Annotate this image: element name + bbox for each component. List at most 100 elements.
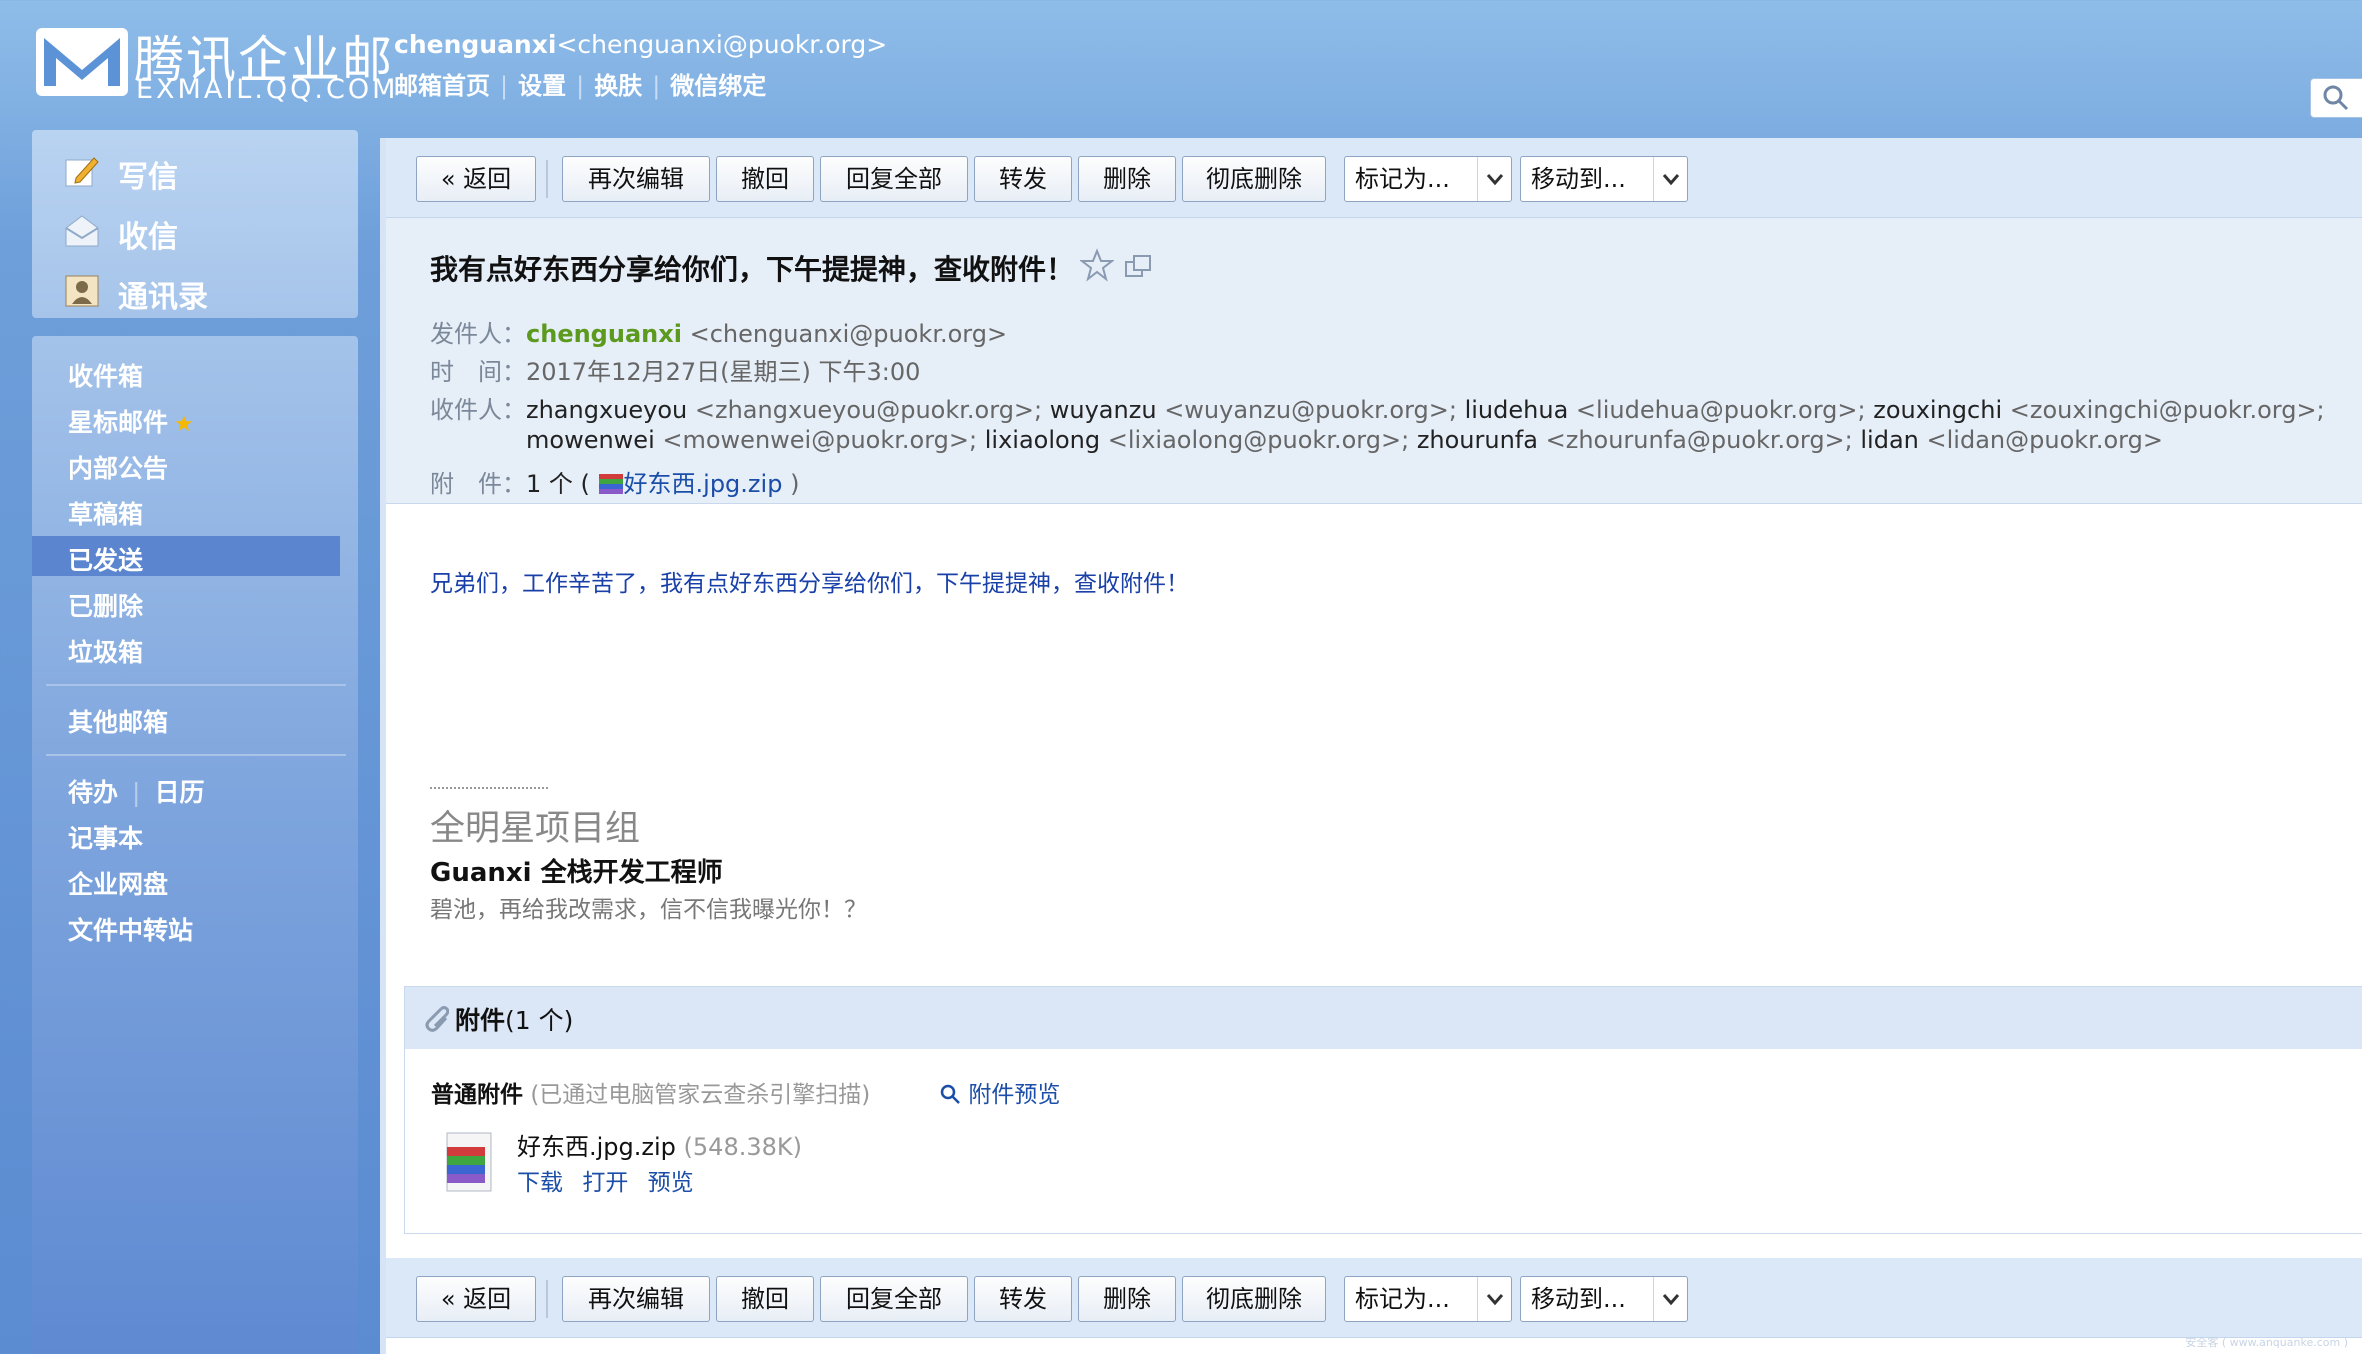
link-settings[interactable]: 设置 <box>518 66 566 101</box>
folder-inbox[interactable]: 收件箱 <box>32 352 340 392</box>
recipient-name[interactable]: zhourunfa <box>1417 426 1538 454</box>
compose-icon <box>65 157 99 187</box>
folder-announcements-label: 内部公告 <box>68 454 169 483</box>
forward-button[interactable]: 转发 <box>974 156 1072 202</box>
star-outline-icon[interactable] <box>1080 248 1114 282</box>
chevron-down-icon <box>1477 157 1511 201</box>
compose-button[interactable]: 写信 <box>64 146 344 196</box>
file-transfer-link[interactable]: 文件中转站 <box>32 906 340 946</box>
folder-starred-text: 星标邮件 <box>68 408 169 437</box>
notes-link[interactable]: 记事本 <box>32 814 340 854</box>
mark-as-select[interactable]: 标记为... <box>1344 1276 1512 1322</box>
mail-subject: 我有点好东西分享给你们，下午提提神，查收附件！ <box>430 253 1075 286</box>
download-link[interactable]: 下载 <box>517 1170 563 1196</box>
mark-as-label: 标记为... <box>1355 165 1450 193</box>
delete-forever-button[interactable]: 彻底删除 <box>1182 156 1326 202</box>
other-mailboxes[interactable]: 其他邮箱 <box>32 698 340 738</box>
normal-attachments-line: 普通附件 (已通过电脑管家云查杀引擎扫描) <box>431 1075 870 1109</box>
folder-deleted-label: 已删除 <box>68 592 144 621</box>
link-skin[interactable]: 换肤 <box>594 66 642 101</box>
todo-link[interactable]: 待办 <box>68 778 118 807</box>
folder-drafts[interactable]: 草稿箱 <box>32 490 340 530</box>
folder-sent[interactable]: 已发送 <box>32 536 340 576</box>
back-button[interactable]: « 返回 <box>416 1276 536 1322</box>
folder-deleted[interactable]: 已删除 <box>32 582 340 622</box>
recipient-name[interactable]: lixiaolong <box>985 426 1100 454</box>
popout-window-icon[interactable] <box>1124 252 1154 282</box>
recipient-address: <wuyanzu@puokr.org>; <box>1164 396 1457 424</box>
link-wechat-bind[interactable]: 微信绑定 <box>670 66 766 101</box>
folder-nav: 收件箱 星标邮件 ★ 内部公告 草稿箱 已发送 已删除 垃圾箱 其他邮箱 待办 | 日… <box>32 336 358 1354</box>
recipient-name[interactable]: zhangxueyou <box>526 396 687 424</box>
signature-title: Guanxi 全栈开发工程师 <box>430 858 723 888</box>
calendar-link[interactable]: 日历 <box>154 778 204 807</box>
reedit-button[interactable]: 再次编辑 <box>562 156 710 202</box>
contacts-label: 通讯录 <box>118 280 208 315</box>
link-mail-home[interactable]: 邮箱首页 <box>394 66 490 101</box>
contacts-icon <box>65 275 99 307</box>
recipient-name[interactable]: lidan <box>1860 426 1919 454</box>
signature-group: 全明星项目组 <box>430 809 641 849</box>
recipient-address: <lixiaolong@puokr.org>; <box>1107 426 1410 454</box>
recipient-name[interactable]: zouxingchi <box>1873 396 2002 424</box>
chevron-down-icon <box>1653 157 1687 201</box>
preview-link[interactable]: 预览 <box>648 1170 694 1196</box>
link-separator: | <box>500 72 509 100</box>
attachments-title: 附件(1 个) <box>455 1001 573 1037</box>
preview-all-label: 附件预览 <box>968 1082 1061 1108</box>
mark-as-select[interactable]: 标记为... <box>1344 156 1512 202</box>
other-mailboxes-label: 其他邮箱 <box>68 708 169 737</box>
move-to-select[interactable]: 移动到... <box>1520 156 1688 202</box>
mail-body-text: 兄弟们，工作辛苦了，我有点好东西分享给你们，下午提提神，查收附件！ <box>430 571 1189 597</box>
recipient-name[interactable]: liudehua <box>1465 396 1569 424</box>
folder-spam[interactable]: 垃圾箱 <box>32 628 340 668</box>
attachments-header: 附件(1 个) <box>405 987 2362 1049</box>
attachment-label: 附 件： <box>430 470 526 498</box>
recall-button[interactable]: 撤回 <box>716 1276 814 1322</box>
preview-all-link[interactable]: 附件预览 <box>939 1075 1060 1109</box>
forward-button[interactable]: 转发 <box>974 1276 1072 1322</box>
open-link[interactable]: 打开 <box>582 1170 628 1196</box>
move-to-label: 移动到... <box>1531 165 1626 193</box>
folder-sent-label: 已发送 <box>68 546 144 575</box>
zip-archive-icon <box>446 1132 492 1192</box>
search-input[interactable] <box>2310 78 2362 118</box>
recipients-row: 收件人：zhangxueyou <zhangxueyou@puokr.org>;… <box>430 390 2325 425</box>
logo[interactable]: 腾讯企业邮 EXMAIL.QQ.COM <box>34 24 395 105</box>
back-button[interactable]: « 返回 <box>416 156 536 202</box>
time-row: 时 间：2017年12月27日(星期三) 下午3:00 <box>430 352 920 387</box>
sender-label: 发件人： <box>430 320 526 348</box>
mail-header: 我有点好东西分享给你们，下午提提神，查收附件！ 发件人：chenguanxi <… <box>386 218 2362 504</box>
tools-separator: | <box>132 778 141 807</box>
recipient-name[interactable]: wuyanzu <box>1050 396 1157 424</box>
reply-all-button[interactable]: 回复全部 <box>820 1276 968 1322</box>
link-separator: | <box>652 72 661 100</box>
toolbar-separator <box>546 1280 548 1318</box>
recipient-name[interactable]: mowenwei <box>526 426 655 454</box>
delete-forever-button[interactable]: 彻底删除 <box>1182 1276 1326 1322</box>
attachment-link[interactable]: 好东西.jpg.zip <box>624 470 783 498</box>
delete-button[interactable]: 删除 <box>1078 1276 1176 1322</box>
netdisk-link[interactable]: 企业网盘 <box>32 860 340 900</box>
attachment-file-size: (548.38K) <box>683 1133 802 1161</box>
reply-all-button[interactable]: 回复全部 <box>820 156 968 202</box>
mail-time: 2017年12月27日(星期三) 下午3:00 <box>526 358 921 386</box>
link-separator: | <box>576 72 585 100</box>
folder-announcements[interactable]: 内部公告 <box>32 444 340 484</box>
delete-button[interactable]: 删除 <box>1078 156 1176 202</box>
folder-spam-label: 垃圾箱 <box>68 638 144 667</box>
reedit-button[interactable]: 再次编辑 <box>562 1276 710 1322</box>
contacts-button[interactable]: 通讯录 <box>64 266 344 316</box>
mark-as-label: 标记为... <box>1355 1285 1450 1313</box>
sender-address: <chenguanxi@puokr.org> <box>689 320 1008 348</box>
chevron-down-icon <box>1477 1277 1511 1321</box>
sender-name[interactable]: chenguanxi <box>526 320 682 348</box>
move-to-select[interactable]: 移动到... <box>1520 1276 1688 1322</box>
magnifier-icon <box>940 1084 960 1104</box>
recipient-address: <zhourunfa@puokr.org>; <box>1545 426 1853 454</box>
attachment-file: 好东西.jpg.zip (548.38K) <box>517 1127 802 1162</box>
compose-label: 写信 <box>118 160 178 195</box>
check-mail-button[interactable]: 收信 <box>64 206 344 256</box>
folder-starred[interactable]: 星标邮件 ★ <box>32 398 340 438</box>
recall-button[interactable]: 撤回 <box>716 156 814 202</box>
